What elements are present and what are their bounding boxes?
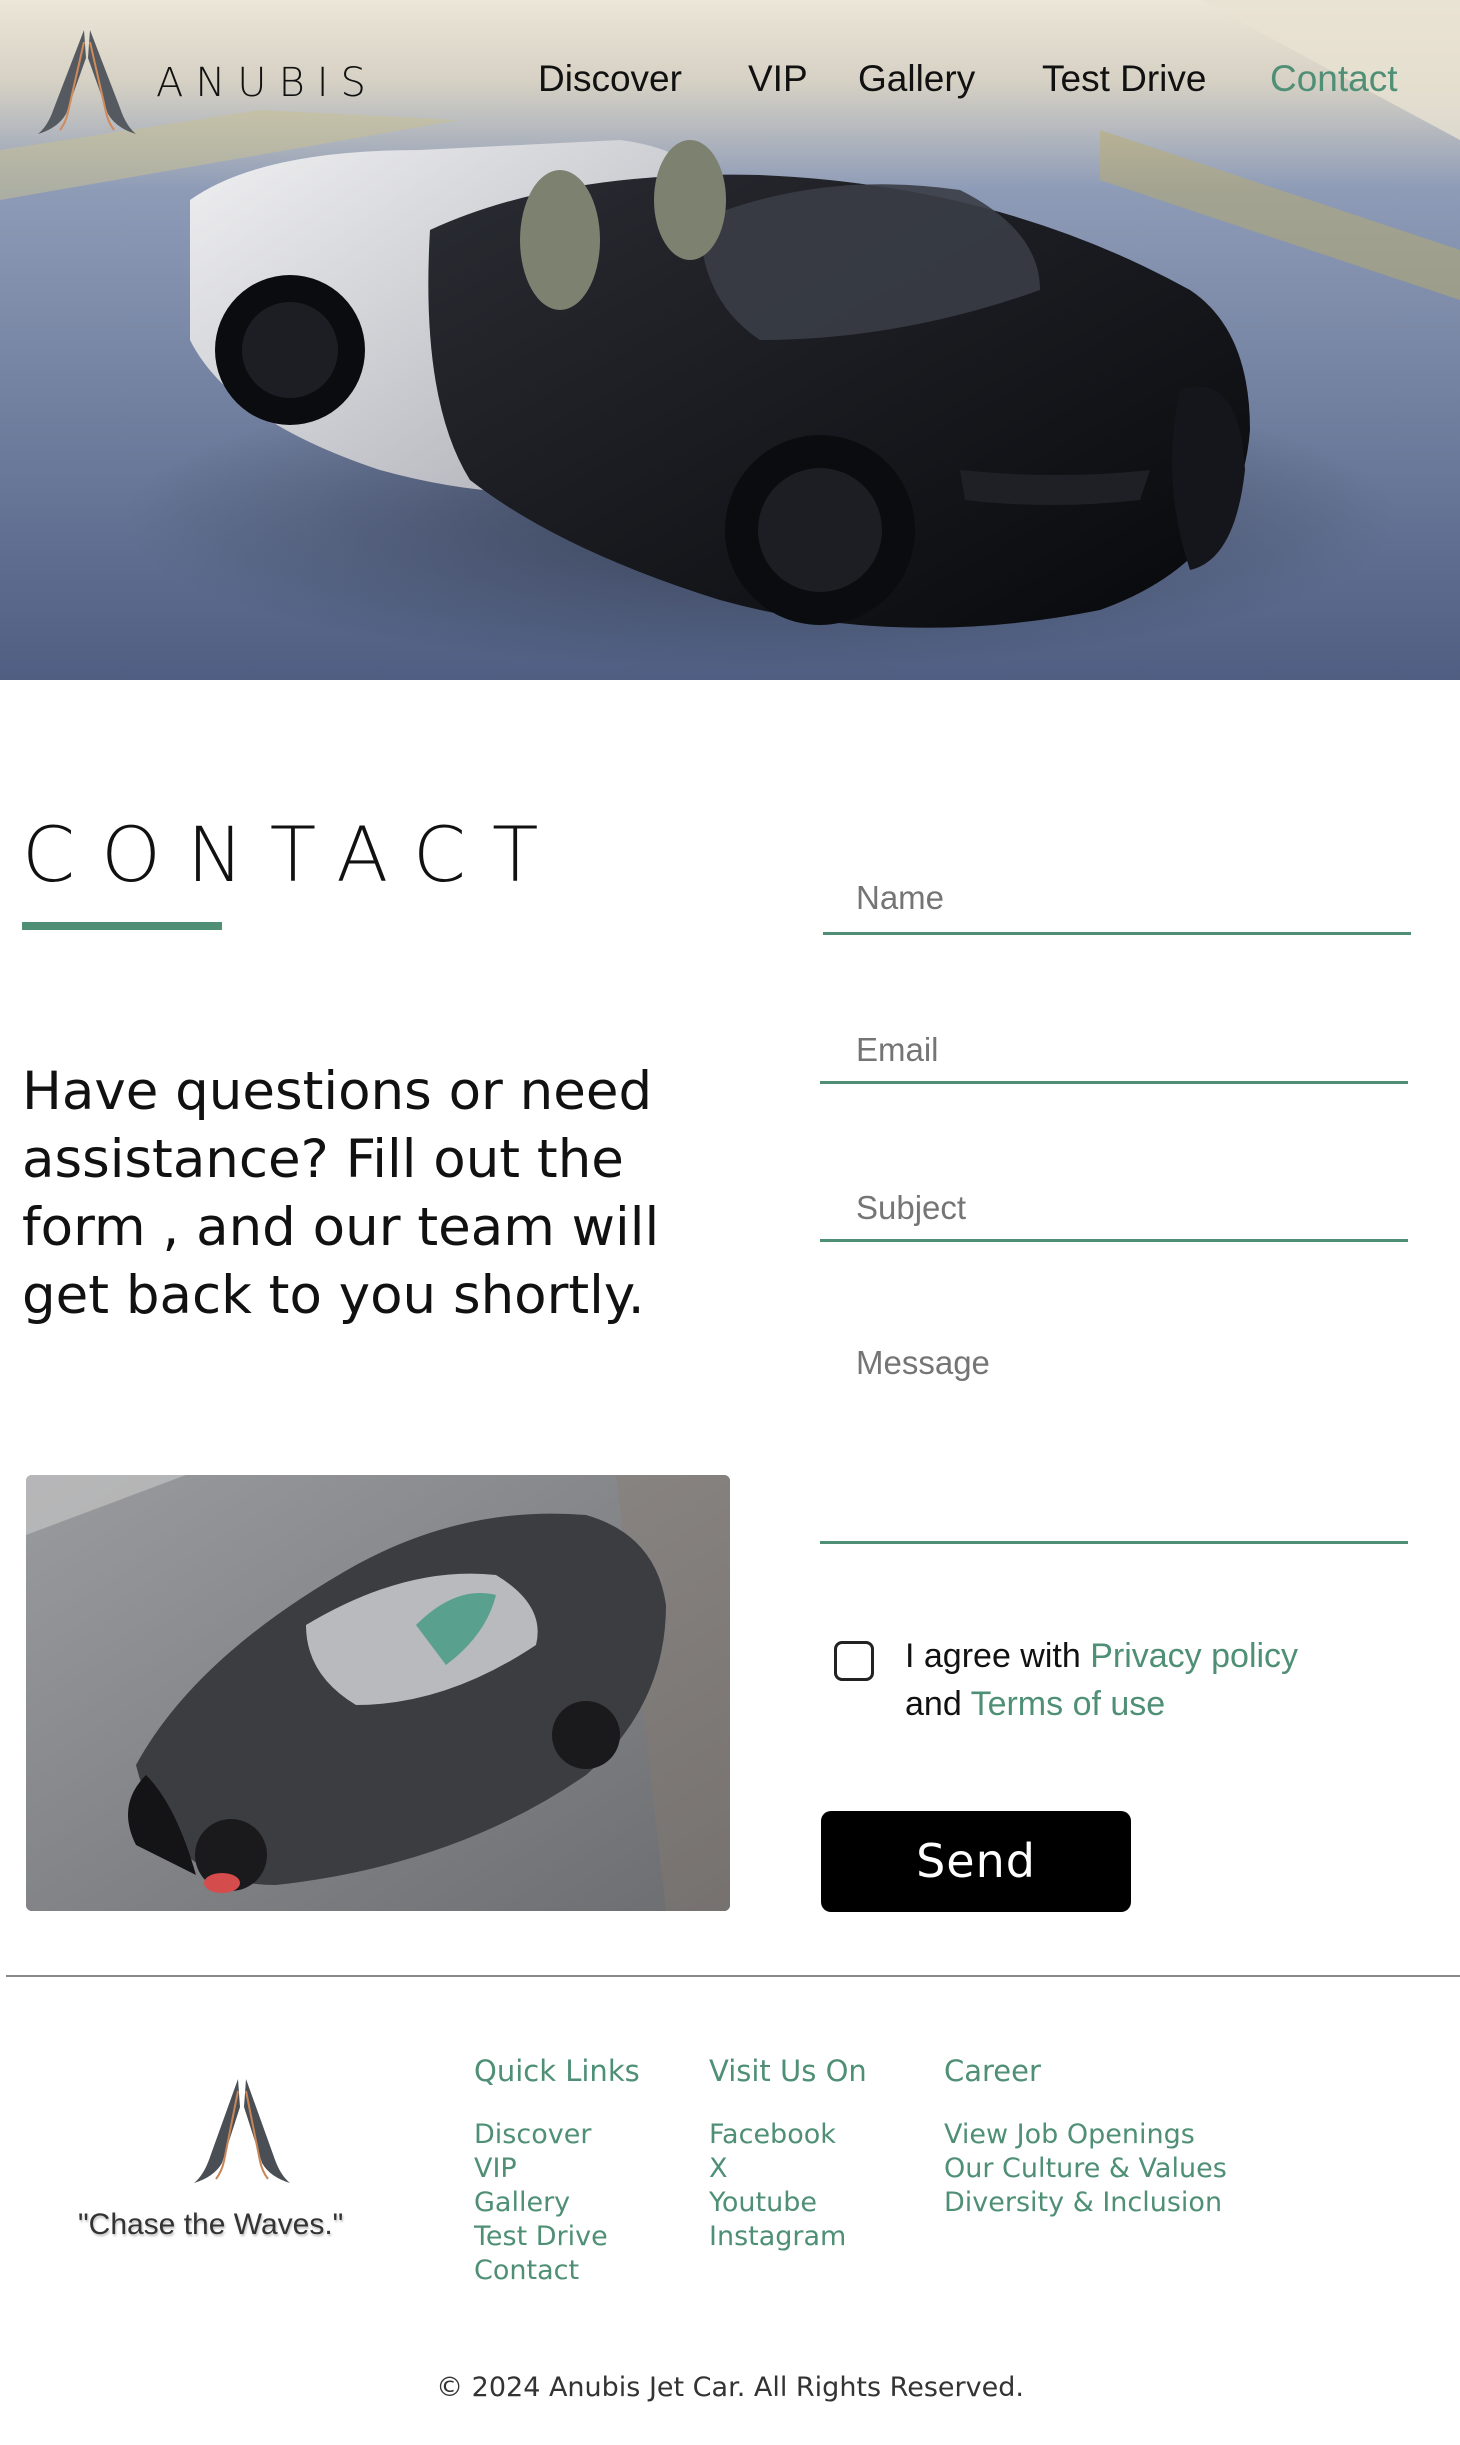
footer-link-contact[interactable]: Contact [474, 2254, 640, 2288]
top-navigation: ANUBIS Discover VIP Gallery Test Drive C… [0, 0, 1460, 170]
message-field[interactable] [820, 1336, 1408, 1546]
footer-link-culture-values[interactable]: Our Culture & Values [944, 2152, 1227, 2186]
message-underline [820, 1541, 1408, 1544]
car-top-view-image [26, 1475, 730, 1911]
subject-underline [820, 1239, 1408, 1242]
email-field[interactable] [820, 1020, 1408, 1086]
footer-col-quick-links: Quick Links Discover VIP Gallery Test Dr… [474, 2054, 640, 2288]
footer-link-discover[interactable]: Discover [474, 2118, 640, 2152]
agree-checkbox[interactable] [834, 1641, 874, 1681]
footer-heading-quick-links: Quick Links [474, 2054, 640, 2088]
contact-intro-text: Have questions or need assistance? Fill … [22, 1061, 660, 1326]
send-button[interactable]: Send [821, 1811, 1131, 1912]
title-underline [22, 922, 222, 930]
footer-divider [6, 1975, 1460, 1977]
nav-item-gallery[interactable]: Gallery [858, 58, 975, 100]
nav-item-discover[interactable]: Discover [538, 58, 682, 100]
privacy-policy-link[interactable]: Privacy policy [1090, 1637, 1298, 1675]
footer-link-instagram[interactable]: Instagram [709, 2220, 867, 2254]
nav-item-vip[interactable]: VIP [748, 58, 808, 100]
agree-prefix: I agree with [905, 1637, 1081, 1675]
footer-link-youtube[interactable]: Youtube [709, 2186, 867, 2220]
footer-link-gallery[interactable]: Gallery [474, 2186, 640, 2220]
hero-banner: ANUBIS Discover VIP Gallery Test Drive C… [0, 0, 1460, 680]
subject-input[interactable] [820, 1178, 1408, 1238]
footer-col-career: Career View Job Openings Our Culture & V… [944, 2054, 1227, 2220]
agree-and: and [905, 1685, 962, 1723]
footer-link-facebook[interactable]: Facebook [709, 2118, 867, 2152]
copyright-text: © 2024 Anubis Jet Car. All Rights Reserv… [436, 2372, 1024, 2403]
contact-title: CONTACT [22, 810, 565, 899]
terms-of-use-link[interactable]: Terms of use [971, 1685, 1166, 1723]
footer-link-vip[interactable]: VIP [474, 2152, 640, 2186]
footer-link-diversity-inclusion[interactable]: Diversity & Inclusion [944, 2186, 1227, 2220]
footer-link-x[interactable]: X [709, 2152, 867, 2186]
footer-anubis-logo-icon[interactable] [190, 2076, 294, 2186]
name-input[interactable] [820, 868, 1408, 928]
agree-text: I agree with Privacy policy and Terms of… [905, 1632, 1385, 1728]
footer-link-test-drive[interactable]: Test Drive [474, 2220, 640, 2254]
footer-heading-career: Career [944, 2054, 1041, 2088]
nav-item-test-drive[interactable]: Test Drive [1042, 58, 1206, 100]
name-underline [823, 932, 1411, 935]
footer-link-job-openings[interactable]: View Job Openings [944, 2118, 1227, 2152]
subject-field[interactable] [820, 1178, 1408, 1244]
nav-links: Discover VIP Gallery Test Drive Contact [0, 58, 1460, 108]
footer-tagline: "Chase the Waves." [78, 2208, 344, 2241]
message-input[interactable] [820, 1336, 1408, 1531]
name-field[interactable] [820, 868, 1411, 935]
nav-item-contact[interactable]: Contact [1270, 58, 1398, 100]
email-underline [820, 1081, 1408, 1084]
footer-col-visit-us: Visit Us On Facebook X Youtube Instagram [709, 2054, 867, 2254]
email-input[interactable] [820, 1020, 1408, 1080]
footer-heading-visit-us: Visit Us On [709, 2054, 867, 2088]
car-top-view-illustration [26, 1475, 730, 1911]
